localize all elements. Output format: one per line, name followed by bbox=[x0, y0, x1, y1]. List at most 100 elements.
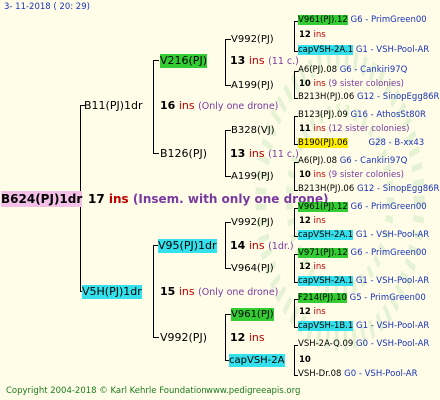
gen4-ins-label: ins bbox=[313, 216, 326, 226]
gen2-note: (1dr.) bbox=[268, 241, 294, 252]
gen4-origin: G0 - VSH-Pool-AR bbox=[356, 339, 430, 349]
gen3-queen-name[interactable]: V992(PJ) bbox=[231, 33, 274, 46]
gen1-note: (Only one drone) bbox=[198, 287, 279, 298]
gen4-origin: G6 - Cankiri97Q bbox=[339, 156, 408, 166]
gen4-ins-row: 12 ins bbox=[299, 307, 326, 318]
gen4-origin: G6 - Cankiri97Q bbox=[339, 65, 408, 75]
gen2-ins-label: ins bbox=[248, 239, 265, 252]
gen3-queen-name[interactable]: V992(PJ) bbox=[231, 216, 274, 229]
gen3-queen-name[interactable]: V964(PJ) bbox=[231, 262, 274, 275]
gen4-queen-name[interactable]: V971(PJ).12 bbox=[298, 248, 348, 258]
gen4-queen-name[interactable]: B213H(PJ).06 bbox=[298, 184, 354, 194]
gen4-queen-name[interactable]: capVSH-2A.1 bbox=[298, 45, 354, 55]
gen4-origin: G6 - PrimGreen00 bbox=[350, 202, 427, 212]
gen4-count: 12 bbox=[299, 30, 311, 40]
gen4-origin: G12 - SinopEgg86R bbox=[356, 184, 440, 194]
gen4-ins-row: 10 bbox=[299, 355, 311, 366]
gen4-queen-row: V961(PJ).12 G6 - PrimGreen00 bbox=[298, 202, 427, 213]
gen4-queen-name[interactable]: B190(PJ).06 bbox=[298, 138, 348, 148]
gen4-origin: G1 - VSH-Pool-AR bbox=[356, 321, 430, 331]
pedigree-page: 3- 11-2018 ( 20: 29) B624(PJ)1dr 17 ins bbox=[0, 0, 440, 400]
gen4-origin: G0 - VSH-Pool-AR bbox=[344, 369, 418, 379]
gen3-queen-name[interactable]: A199(PJ) bbox=[231, 170, 274, 183]
gen2-count: 12 bbox=[230, 331, 246, 344]
gen3-queen-name[interactable]: capVSH-2A bbox=[229, 354, 285, 367]
gen4-queen-name[interactable]: F214(PJ).10 bbox=[298, 293, 347, 303]
gen2-ins-label: ins bbox=[248, 331, 265, 344]
gen4-origin: G1 - VSH-Pool-AR bbox=[355, 230, 430, 240]
gen3-queen-name[interactable]: B328(VJ) bbox=[231, 124, 275, 137]
gen4-count: 10 bbox=[299, 170, 311, 180]
gen1-queen-name[interactable]: B11(PJ)1dr bbox=[84, 99, 143, 113]
gen4-ins-row: 12 ins bbox=[299, 216, 326, 227]
gen2-note: (11 c.) bbox=[268, 149, 299, 160]
gen1-ins-label: ins bbox=[178, 99, 195, 112]
gen2-queen-name[interactable]: V992(PJ) bbox=[160, 331, 207, 345]
gen4-origin: G12 - SinopEgg86R bbox=[356, 92, 440, 102]
gen1-count: 16 bbox=[160, 99, 176, 112]
gen2-ins-info: 14 ins (1dr.) bbox=[230, 239, 294, 254]
gen4-origin: G1 - VSH-Pool-AR bbox=[355, 45, 430, 55]
gen4-count: 12 bbox=[299, 262, 311, 272]
gen4-queen-row: capVSH-2A.1 G1 - VSH-Pool-AR bbox=[298, 45, 429, 56]
gen4-queen-row: capVSH-2A.1 G1 - VSH-Pool-AR bbox=[298, 230, 429, 241]
gen4-ins-label: ins bbox=[313, 79, 326, 89]
gen4-count: 11 bbox=[299, 124, 311, 134]
gen2-queen-name[interactable]: B126(PJ) bbox=[160, 147, 207, 161]
gen4-ins-row: 10 ins (9 sister colonies) bbox=[299, 79, 404, 90]
gen2-queen-name[interactable]: V216(PJ) bbox=[160, 54, 207, 68]
gen2-queen-name[interactable]: V95(PJ)1dr bbox=[158, 239, 217, 253]
gen4-ins-row: 12 ins bbox=[299, 262, 326, 273]
gen4-ins-row: 10 ins (9 sister colonies) bbox=[299, 170, 404, 181]
root-count: 17 bbox=[88, 192, 105, 206]
gen4-queen-name[interactable]: VSH-2A-Q.09 bbox=[298, 339, 353, 349]
gen4-queen-name[interactable]: V961(PJ).12 bbox=[298, 202, 348, 212]
gen4-ins-label: ins bbox=[313, 30, 326, 40]
gen4-queen-name[interactable]: B123(PJ).09 bbox=[298, 110, 348, 120]
gen1-note: (Only one drone) bbox=[198, 101, 279, 112]
gen4-queen-row: A6(PJ).08 G6 - Cankiri97Q bbox=[298, 156, 407, 167]
gen4-queen-row: B213H(PJ).06 G12 - SinopEgg86R bbox=[298, 92, 439, 103]
gen4-queen-row: VSH-Dr.08 G0 - VSH-Pool-AR bbox=[298, 369, 417, 380]
gen4-queen-name[interactable]: B213H(PJ).06 bbox=[298, 92, 354, 102]
gen4-origin: G1 - VSH-Pool-AR bbox=[355, 276, 430, 286]
gen4-queen-name[interactable]: V961(PJ).12 bbox=[298, 15, 348, 25]
gen4-note: (12 sister colonies) bbox=[328, 124, 410, 134]
gen4-origin: G5 - PrimGreen00 bbox=[349, 293, 426, 303]
gen1-queen-name[interactable]: V5H(PJ)1dr bbox=[82, 285, 142, 299]
footer-copyright: Copyright 2004-2018 © Karl Kehrle Founda… bbox=[6, 386, 207, 396]
gen4-count: 10 bbox=[299, 79, 311, 89]
gen4-queen-row: capVSH-2A.1 G1 - VSH-Pool-AR bbox=[298, 276, 429, 287]
root-ins-label: ins bbox=[108, 192, 129, 206]
gen2-ins-info: 13 ins (11 c.) bbox=[230, 54, 299, 69]
gen3-ins-label: ins bbox=[248, 54, 265, 67]
gen4-queen-row: capVSH-1B.1 G1 - VSH-Pool-AR bbox=[298, 321, 429, 332]
gen4-queen-row: B123(PJ).09 G16 - AthosSt80R bbox=[298, 110, 426, 121]
gen2-ins-info: 12 ins bbox=[230, 331, 265, 345]
gen4-queen-name[interactable]: capVSH-1B.1 bbox=[298, 321, 354, 331]
gen4-queen-row: B190(PJ).06 G28 - B-xx43 bbox=[298, 138, 424, 149]
root-queen-name[interactable]: B624(PJ)1dr bbox=[1, 191, 83, 207]
gen4-queen-name[interactable]: capVSH-2A.1 bbox=[298, 276, 354, 286]
gen4-ins-row: 12 ins bbox=[299, 30, 326, 41]
gen4-queen-name[interactable]: VSH-Dr.08 bbox=[298, 369, 341, 379]
gen1-ins-info: 15 ins (Only one drone) bbox=[160, 285, 278, 300]
gen4-origin: G6 - PrimGreen00 bbox=[350, 248, 427, 258]
gen3-queen-name[interactable]: V961(PJ) bbox=[231, 308, 274, 321]
gen2-ins-label: ins bbox=[248, 147, 265, 160]
root-ins-info: 17 ins (Insem. with only one drone) bbox=[88, 191, 328, 207]
gen4-queen-row: F214(PJ).10 G5 - PrimGreen00 bbox=[298, 293, 426, 304]
gen4-count: 12 bbox=[299, 216, 311, 226]
gen4-origin: G16 - AthosSt80R bbox=[350, 110, 426, 120]
gen1-ins-info: 16 ins (Only one drone) bbox=[160, 99, 278, 114]
footer-site-link[interactable]: www.pedigreeapis.org bbox=[206, 386, 300, 397]
gen4-ins-label: ins bbox=[313, 262, 326, 272]
gen4-queen-name[interactable]: A6(PJ).08 bbox=[298, 65, 337, 75]
gen3-queen-name[interactable]: A199(PJ) bbox=[231, 79, 274, 92]
gen2-count: 14 bbox=[230, 239, 246, 252]
gen4-queen-name[interactable]: A6(PJ).08 bbox=[298, 156, 337, 166]
gen4-queen-row: V971(PJ).12 G6 - PrimGreen00 bbox=[298, 248, 427, 259]
date-stamp: 3- 11-2018 ( 20: 29) bbox=[4, 2, 90, 12]
gen4-origin: G6 - PrimGreen00 bbox=[350, 15, 427, 25]
gen4-queen-name[interactable]: capVSH-2A.1 bbox=[298, 230, 354, 240]
